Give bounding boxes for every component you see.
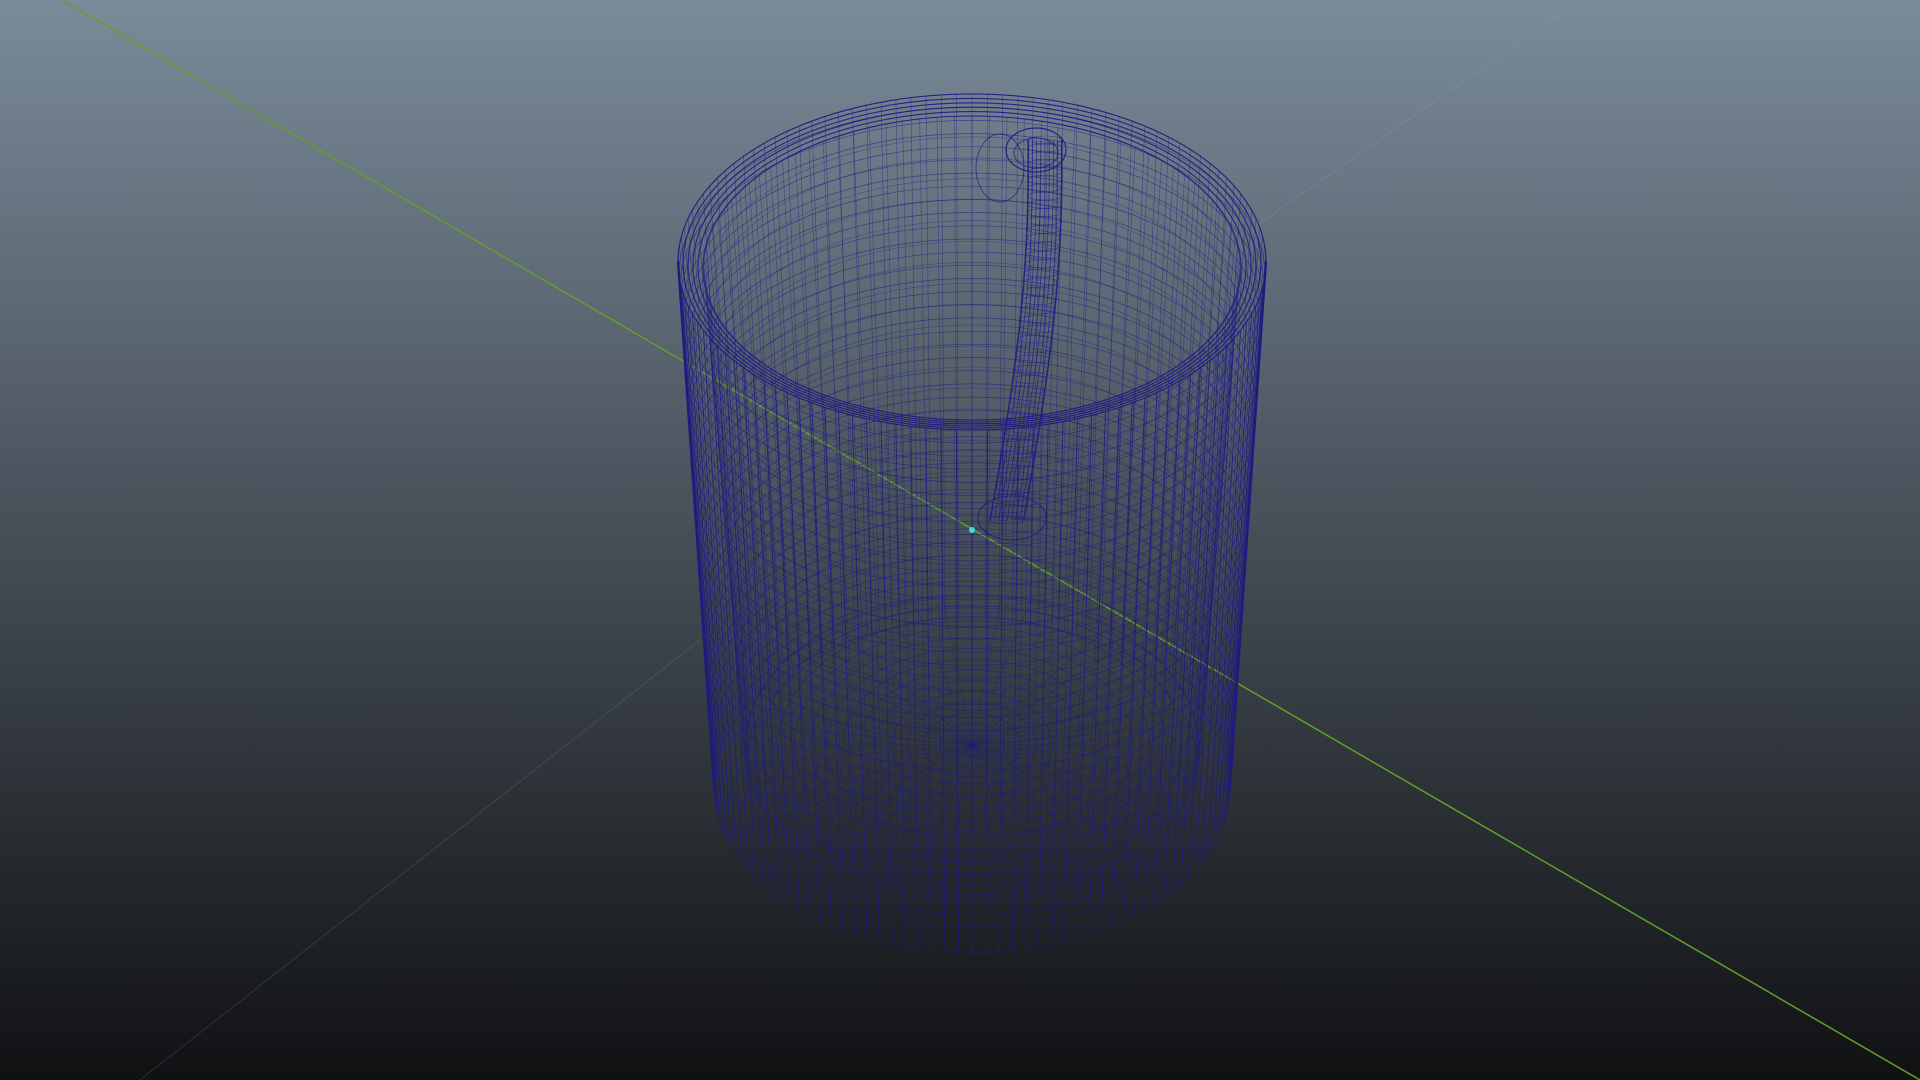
3d-viewport[interactable]	[0, 0, 1920, 1080]
viewport-canvas[interactable]	[0, 0, 1920, 1080]
object-pivot-icon[interactable]	[969, 527, 975, 533]
